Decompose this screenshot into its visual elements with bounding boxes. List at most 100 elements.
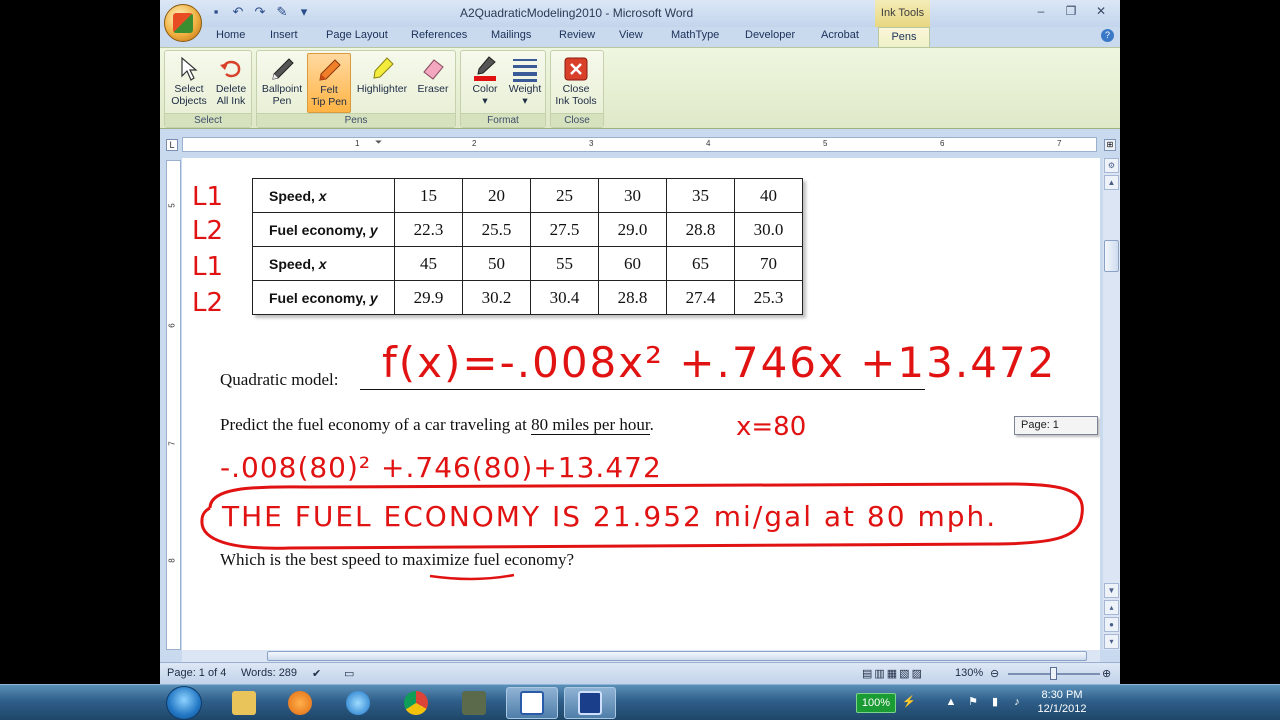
vertical-scrollbar[interactable]: ⚙ ▲ ▼ ▴ ● ▾	[1103, 158, 1120, 650]
media-player-icon	[288, 691, 312, 715]
page-count[interactable]: Page: 1 of 4	[167, 667, 226, 679]
select-objects-button[interactable]: Select Objects	[167, 53, 211, 113]
network-icon[interactable]: ▮	[988, 695, 1002, 709]
proofing-icon[interactable]: ✔	[312, 667, 321, 680]
underlined-maximize: maximize	[402, 550, 470, 569]
power-plug-icon[interactable]: ⚡	[902, 695, 916, 709]
ie-taskbar-button[interactable]	[332, 687, 384, 719]
start-button[interactable]	[166, 686, 202, 720]
table-row: Speed, x 45 50 55 60 65 70	[252, 246, 803, 281]
tab-developer[interactable]: Developer	[745, 29, 795, 41]
save-icon[interactable]: ▪	[208, 4, 224, 20]
horizontal-scroll-thumb[interactable]	[267, 651, 1087, 661]
table-cell: 70	[734, 246, 803, 281]
customize-toolbar-icon[interactable]: ▾	[296, 4, 312, 20]
zoom-in-icon[interactable]: ⊕	[1102, 667, 1111, 680]
tab-pens[interactable]: Pens	[878, 27, 930, 48]
tab-mathtype[interactable]: MathType	[671, 29, 719, 41]
close-ink-tools-button[interactable]: Close Ink Tools	[554, 53, 598, 113]
chrome-icon	[404, 691, 428, 715]
media-player-taskbar-button[interactable]	[274, 687, 326, 719]
table-cell: 40	[734, 178, 803, 213]
highlighter-button[interactable]: Highlighter	[353, 53, 411, 113]
next-page-icon[interactable]: ▾	[1104, 634, 1119, 649]
felt-tip-pen-button[interactable]: Felt Tip Pen	[307, 53, 351, 113]
minimize-button[interactable]: –	[1026, 2, 1056, 20]
maximize-question: Which is the best speed to maximize fuel…	[220, 550, 575, 569]
group-label-format: Format	[461, 113, 545, 127]
ink-row-label: L1	[192, 182, 224, 212]
title-bar: ▪ ↶ ↷ ✎ ▾ A2QuadraticModeling2010 - Micr…	[160, 0, 1120, 27]
group-label-pens: Pens	[257, 113, 455, 127]
delete-all-ink-button[interactable]: Delete All Ink	[209, 53, 253, 113]
table-cell: 15	[394, 178, 463, 213]
word-window: ▪ ↶ ↷ ✎ ▾ A2QuadraticModeling2010 - Micr…	[160, 0, 1120, 684]
table-cell: 30	[598, 178, 667, 213]
group-close: Close Ink Tools Close	[550, 50, 604, 128]
tab-page-layout[interactable]: Page Layout	[326, 29, 388, 41]
group-pens: Ballpoint Pen Felt Tip Pen Highlighter E…	[256, 50, 456, 128]
line-weight-icon	[511, 55, 539, 83]
chrome-taskbar-button[interactable]	[390, 687, 442, 719]
ink-icon[interactable]: ✎	[274, 4, 290, 20]
view-ruler-icon[interactable]: ⊞	[1104, 139, 1116, 151]
tab-view[interactable]: View	[619, 29, 643, 41]
quadratic-model-label: Quadratic model:	[220, 370, 339, 389]
eraser-icon	[419, 55, 447, 83]
scroll-down-icon[interactable]: ▼	[1104, 583, 1119, 598]
scroll-up-icon[interactable]: ▲	[1104, 175, 1119, 190]
tab-home[interactable]: Home	[216, 29, 245, 41]
tab-insert[interactable]: Insert	[270, 29, 298, 41]
redo-icon[interactable]: ↷	[252, 4, 268, 20]
status-bar: Page: 1 of 4 Words: 289 ✔ ▭ ▤▥▦▧▨ 130% ⊖…	[160, 662, 1120, 684]
tab-mailings[interactable]: Mailings	[491, 29, 531, 41]
table-cell: 25.3	[734, 280, 803, 315]
view-buttons-icon[interactable]: ▤▥▦▧▨	[862, 667, 924, 680]
ink-model-equation: f(x)=-.008x² +.746x +13.472	[382, 338, 1057, 387]
screen-recorder-taskbar-button[interactable]	[564, 687, 616, 719]
pen-color-icon	[471, 55, 499, 83]
tab-references[interactable]: References	[411, 29, 467, 41]
table-cell: 28.8	[666, 212, 735, 247]
select-browse-object-icon[interactable]: ●	[1104, 617, 1119, 632]
vertical-scroll-thumb[interactable]	[1104, 240, 1119, 272]
tab-review[interactable]: Review	[559, 29, 595, 41]
table-cell: 50	[462, 246, 531, 281]
document-page[interactable]: Speed, x 15 20 25 30 35 40 Fuel economy, y 22.3 2…	[182, 158, 1100, 650]
close-button[interactable]: ✕	[1086, 2, 1116, 20]
word-count[interactable]: Words: 289	[241, 667, 297, 679]
volume-icon[interactable]: ♪	[1010, 695, 1024, 709]
macro-record-icon[interactable]: ▭	[344, 667, 354, 680]
ballpoint-pen-button[interactable]: Ballpoint Pen	[260, 53, 304, 113]
word-taskbar-button[interactable]	[506, 687, 558, 719]
table-cell: 27.4	[666, 280, 735, 315]
weight-button[interactable]: Weight ▾	[503, 53, 547, 119]
indent-marker-icon[interactable]: ⏷	[375, 137, 382, 148]
zoom-level[interactable]: 130%	[955, 667, 983, 679]
ink-tools-context-label: Ink Tools	[875, 0, 930, 27]
table-cell: 28.8	[598, 280, 667, 315]
zoom-out-icon[interactable]: ⊖	[990, 667, 999, 680]
horizontal-scrollbar[interactable]	[182, 650, 1100, 662]
previous-page-icon[interactable]: ▴	[1104, 600, 1119, 615]
table-cell: 29.0	[598, 212, 667, 247]
explorer-taskbar-button[interactable]	[218, 687, 270, 719]
battery-indicator[interactable]: 100%	[856, 693, 896, 713]
clock[interactable]: 8:30 PM 12/1/2012	[1032, 688, 1092, 716]
action-center-icon[interactable]: ⚑	[966, 695, 980, 709]
table-cell: 25.5	[462, 212, 531, 247]
office-button[interactable]	[164, 4, 202, 42]
horizontal-ruler[interactable]: ⏷ 1 2 3 4 5 6 7	[182, 137, 1097, 152]
color-button[interactable]: Color ▾	[463, 53, 507, 119]
view-options-icon[interactable]: ⚙	[1104, 158, 1119, 173]
app-taskbar-button[interactable]	[448, 687, 500, 719]
tab-acrobat[interactable]: Acrobat	[821, 29, 859, 41]
restore-button[interactable]: ❐	[1056, 2, 1086, 20]
help-icon[interactable]: ?	[1101, 29, 1114, 42]
undo-icon[interactable]: ↶	[230, 4, 246, 20]
zoom-slider-knob[interactable]	[1050, 667, 1057, 680]
eraser-button[interactable]: Eraser	[411, 53, 455, 113]
show-hidden-icons-icon[interactable]: ▲	[944, 695, 958, 709]
table-cell: 30.2	[462, 280, 531, 315]
tab-selector[interactable]: L	[166, 139, 178, 151]
